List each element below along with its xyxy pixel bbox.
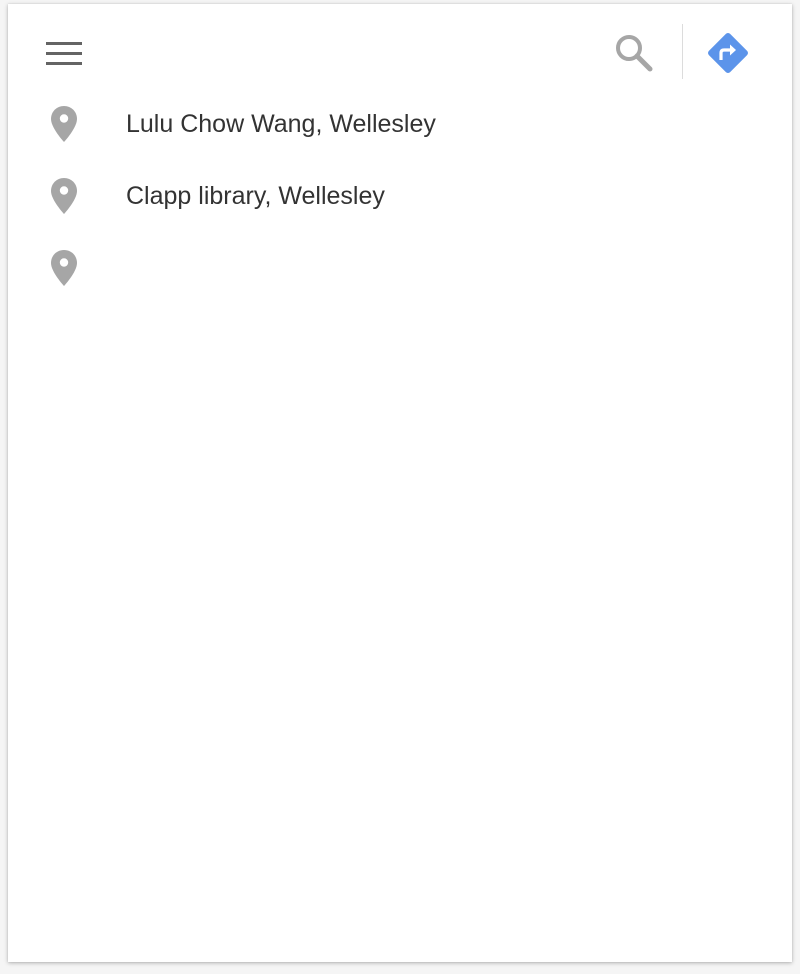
suggestion-item[interactable] — [8, 232, 792, 304]
suggestion-label: Clapp library, Wellesley — [126, 182, 385, 210]
search-button[interactable] — [612, 32, 656, 72]
suggestion-list: Lulu Chow Wang, Wellesley Clapp library,… — [8, 88, 792, 304]
map-pin-icon — [51, 250, 77, 286]
suggestion-item[interactable]: Lulu Chow Wang, Wellesley — [8, 88, 792, 160]
directions-button[interactable] — [705, 30, 751, 76]
directions-icon — [708, 33, 748, 73]
search-icon — [616, 35, 653, 72]
suggestion-item[interactable]: Clapp library, Wellesley — [8, 160, 792, 232]
map-pin-icon — [51, 106, 77, 142]
search-panel: Lulu Chow Wang, Wellesley Clapp library,… — [8, 4, 792, 962]
suggestion-label: Lulu Chow Wang, Wellesley — [126, 110, 436, 138]
map-pin-icon — [51, 178, 77, 214]
toolbar-divider — [682, 24, 683, 79]
menu-button[interactable] — [42, 36, 82, 72]
